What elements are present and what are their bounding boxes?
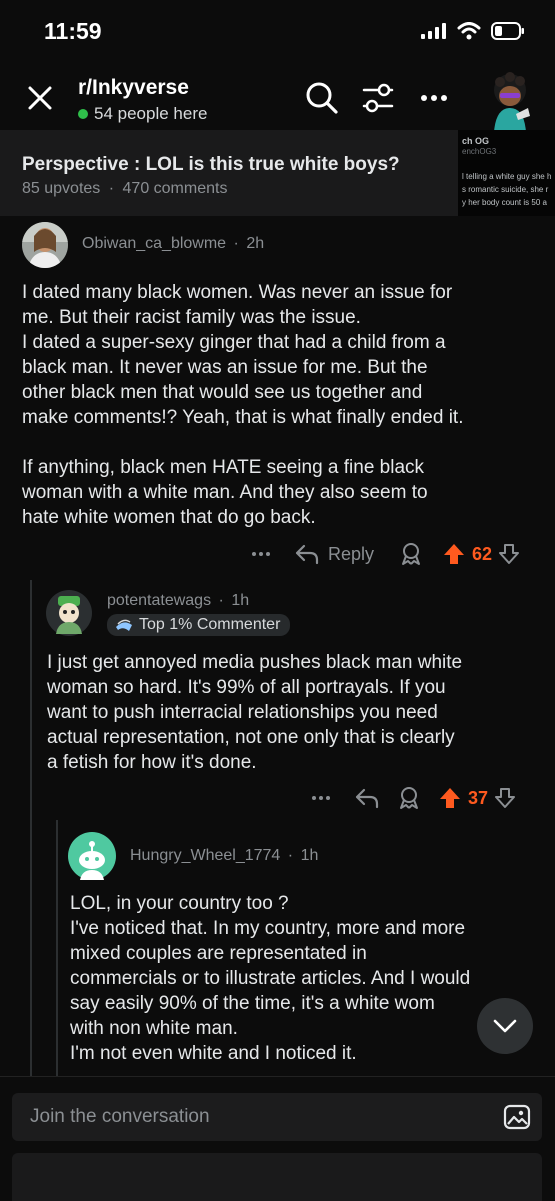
comment-author[interactable]: potentatewags	[107, 592, 211, 609]
scroll-to-next-button[interactable]	[477, 998, 533, 1054]
comment-line: hate white women that do go back.	[22, 507, 316, 528]
comment-actions: Reply 62	[250, 542, 520, 566]
downvote-icon[interactable]	[494, 787, 516, 809]
comment-line: woman with a white man. And they also se…	[22, 482, 428, 503]
post-media-thumbnail[interactable]: ch OG enchOG3 l telling a white guy she …	[458, 130, 555, 216]
vote-count: 62	[472, 543, 493, 564]
comment-author-line: Obiwan_ca_blowme · 2h	[82, 235, 264, 253]
wifi-icon	[457, 22, 481, 40]
thread-line[interactable]	[30, 580, 32, 1080]
comment-line: want to push interracial relationships y…	[47, 702, 438, 723]
thumb-text-line: ch OG	[462, 136, 490, 146]
commenter-avatar[interactable]	[68, 832, 116, 880]
keyboard-area	[12, 1153, 542, 1201]
reply-button[interactable]: Reply	[328, 544, 374, 565]
meta-separator: ·	[287, 847, 294, 864]
reply-icon[interactable]	[294, 543, 320, 565]
downvote-icon[interactable]	[498, 543, 520, 565]
search-icon[interactable]	[304, 80, 340, 116]
comment-author-line: potentatewags · 1h	[107, 592, 249, 610]
comment-line: black man. It never was an issue for me.…	[22, 357, 428, 378]
award-icon[interactable]	[400, 542, 422, 566]
comment-line: I just get annoyed media pushes black ma…	[47, 652, 463, 673]
chevron-down-icon	[493, 1019, 517, 1033]
comment-actions: 37	[310, 786, 516, 810]
comment-body: LOL, in your country too ? I've noticed …	[70, 891, 546, 1066]
user-avatar[interactable]	[478, 68, 542, 132]
comment-line: I've noticed that. In my country, more a…	[70, 918, 466, 939]
comment-body: I dated many black women. Was never an i…	[22, 280, 463, 530]
commenter-badge-icon	[116, 619, 132, 631]
comment-line: mixed couples are representated in	[70, 943, 367, 964]
add-image-icon[interactable]	[503, 1104, 531, 1130]
thumb-text-line: l telling a white guy she h	[462, 172, 552, 181]
join-conversation-input[interactable]	[12, 1093, 542, 1141]
upvote-icon[interactable]	[442, 542, 466, 566]
comment-line: LOL, in your country too ?	[70, 893, 289, 914]
online-count: 54 people here	[78, 104, 207, 124]
status-time: 11:59	[44, 18, 102, 44]
post-meta: 85 upvotes · 470 comments	[22, 180, 227, 198]
comment-line: If anything, black men HATE seeing a fin…	[22, 457, 425, 478]
thumb-text-line: enchOG3	[462, 147, 497, 156]
comment-time: 1h	[231, 592, 250, 609]
subreddit-name[interactable]: r/Inkyverse	[78, 76, 189, 100]
reply-icon[interactable]	[354, 787, 380, 809]
thread-line[interactable]	[56, 820, 58, 1080]
status-bar: 11:59	[0, 0, 555, 60]
comment-count: 470 comments	[122, 180, 228, 197]
comment-author-line: Hungry_Wheel_1774 · 1h	[130, 847, 318, 865]
vote-count: 37	[468, 787, 489, 808]
meta-separator: ·	[233, 235, 239, 252]
award-icon[interactable]	[398, 786, 420, 810]
online-dot	[78, 109, 88, 119]
meta-separator: ·	[218, 592, 224, 609]
post-title[interactable]: Perspective : LOL is this true white boy…	[22, 154, 400, 176]
battery-icon	[491, 22, 524, 40]
comment-line: woman so hard. It's 99% of all portrayal…	[47, 677, 446, 698]
status-icons	[421, 22, 525, 40]
more-icon[interactable]	[310, 787, 332, 809]
comment-body: I just get annoyed media pushes black ma…	[47, 650, 462, 775]
more-icon[interactable]	[250, 543, 272, 565]
more-options-icon[interactable]	[416, 80, 452, 116]
comment-line-blank	[22, 430, 463, 455]
thumb-text-line: y her body count is 50 a	[462, 198, 547, 207]
comment-line: a fetish for how it's done.	[47, 752, 257, 773]
meta-separator: ·	[108, 180, 115, 197]
comment-composer-bar	[0, 1076, 555, 1201]
comment-line: other black men that would see us togeth…	[22, 382, 423, 403]
comment-line: me. But their racist family was the issu…	[22, 307, 361, 328]
comment-time: 2h	[246, 235, 265, 252]
commenter-avatar[interactable]	[22, 222, 68, 268]
thumb-text-line: s romantic suicide, she r	[462, 185, 549, 194]
comment-line: I dated many black women. Was never an i…	[22, 282, 453, 303]
commenter-avatar[interactable]	[46, 590, 92, 636]
cellular-signal-icon	[421, 23, 446, 39]
subreddit-header: r/Inkyverse 54 people here	[0, 60, 555, 132]
upvote-icon[interactable]	[438, 786, 462, 810]
comment-time: 1h	[300, 847, 319, 864]
comment-line: say easily 90% of the time, it's a white…	[70, 993, 435, 1014]
comment-line: I'm not even white and I noticed it.	[70, 1043, 357, 1064]
comment-author[interactable]: Obiwan_ca_blowme	[82, 235, 226, 252]
comment-line: with non white man.	[70, 1018, 238, 1039]
comment-line: commercials or to illustrate articles. A…	[70, 968, 471, 989]
comment-author[interactable]: Hungry_Wheel_1774	[130, 847, 280, 864]
close-icon[interactable]	[24, 82, 56, 114]
user-flair-badge: Top 1% Commenter	[107, 614, 291, 636]
sort-filter-icon[interactable]	[360, 80, 396, 116]
comment-line: make comments!? Yeah, that is what final…	[22, 407, 464, 428]
flair-label: Top 1% Commenter	[139, 616, 281, 633]
comment-line: I dated a super-sexy ginger that had a c…	[22, 332, 446, 353]
online-label: 54 people here	[94, 104, 208, 123]
post-summary[interactable]: Perspective : LOL is this true white boy…	[0, 130, 555, 216]
upvote-count: 85 upvotes	[22, 180, 101, 197]
comment-line: actual representation, not one only that…	[47, 727, 455, 748]
